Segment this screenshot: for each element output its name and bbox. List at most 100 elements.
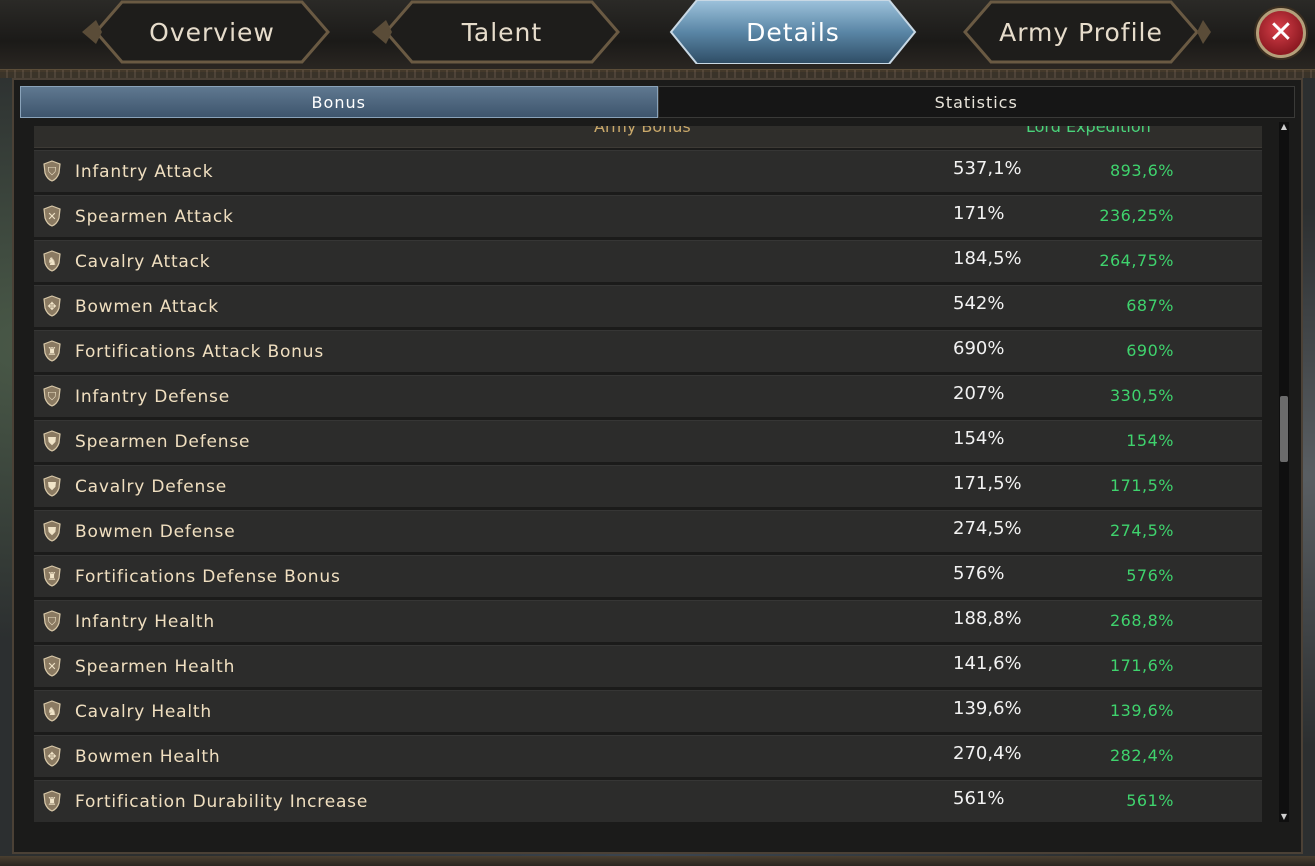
horse-head-icon: ♞ bbox=[40, 249, 64, 273]
tab-label: Details bbox=[746, 17, 840, 47]
lord-expedition-value: 171,6% bbox=[1109, 656, 1174, 675]
lord-expedition-value: 236,25% bbox=[1099, 206, 1174, 225]
svg-text:♜: ♜ bbox=[47, 345, 57, 358]
lord-expedition-value: 264,75% bbox=[1099, 251, 1174, 270]
svg-text:♞: ♞ bbox=[47, 255, 57, 268]
bow-shield-icon: ⛊ bbox=[40, 519, 64, 543]
svg-text:⛊: ⛊ bbox=[48, 435, 57, 448]
subtab-label: Bonus bbox=[311, 92, 366, 112]
lord-expedition-value: 893,6% bbox=[1109, 161, 1174, 180]
bonus-label: Fortifications Attack Bonus bbox=[75, 342, 324, 362]
svg-text:✥: ✥ bbox=[47, 750, 56, 763]
list-item: ⛉ Infantry Attack 537,1% 893,6% bbox=[34, 150, 1262, 192]
svg-text:♜: ♜ bbox=[47, 795, 57, 808]
subtab-bonus[interactable]: Bonus bbox=[20, 86, 658, 118]
shield-icon: ⛉ bbox=[40, 159, 64, 183]
army-bonus-value: 576% bbox=[953, 563, 1005, 584]
list-item: ⛊ Spearmen Defense 154% 154% bbox=[34, 420, 1262, 462]
army-bonus-value: 542% bbox=[953, 293, 1005, 314]
bonus-label: Bowmen Health bbox=[75, 747, 221, 767]
bonus-label: Fortification Durability Increase bbox=[75, 792, 369, 812]
list-item: ♜ Fortification Durability Increase 561% 56… bbox=[34, 780, 1262, 822]
army-bonus-value: 139,6% bbox=[953, 698, 1022, 719]
army-bonus-value: 690% bbox=[953, 338, 1005, 359]
lord-expedition-value: 690% bbox=[1126, 341, 1174, 360]
tab-label: Talent bbox=[461, 17, 543, 47]
bonus-label: Infantry Defense bbox=[75, 387, 230, 407]
tab-army-profile[interactable]: Army Profile bbox=[951, 0, 1211, 64]
bonus-label: Infantry Health bbox=[75, 612, 215, 632]
army-bonus-value: 141,6% bbox=[953, 653, 1022, 674]
scroll-thumb[interactable] bbox=[1280, 396, 1288, 462]
list-item: ✕ Spearmen Health 141,6% 171,6% bbox=[34, 645, 1262, 687]
army-bonus-value: 171% bbox=[953, 203, 1005, 224]
army-bonus-value: 537,1% bbox=[953, 158, 1022, 179]
close-icon: ✕ bbox=[1268, 15, 1294, 50]
crossed-spears-icon: ✕ bbox=[40, 654, 64, 678]
bonus-label: Cavalry Health bbox=[75, 702, 212, 722]
army-bonus-value: 171,5% bbox=[953, 473, 1022, 494]
bonus-label: Infantry Attack bbox=[75, 162, 214, 182]
bonus-label: Bowmen Defense bbox=[75, 522, 236, 542]
svg-text:⛊: ⛊ bbox=[48, 480, 57, 493]
list-item: ✕ Spearmen Attack 171% 236,25% bbox=[34, 195, 1262, 237]
list-item: ♞ Cavalry Health 139,6% 139,6% bbox=[34, 690, 1262, 732]
svg-text:♞: ♞ bbox=[47, 705, 57, 718]
svg-text:⛊: ⛊ bbox=[48, 525, 57, 538]
crossed-spears-icon: ✕ bbox=[40, 204, 64, 228]
column-header: Army Bonus Lord Expedition bbox=[34, 126, 1262, 148]
crossbow-icon: ✥ bbox=[40, 744, 64, 768]
svg-text:⛉: ⛉ bbox=[48, 165, 57, 178]
bonus-label: Spearmen Health bbox=[75, 657, 236, 677]
list-item: ⛊ Bowmen Defense 274,5% 274,5% bbox=[34, 510, 1262, 552]
details-panel: Bonus Statistics Army Bonus Lord Expedit… bbox=[12, 78, 1303, 854]
lord-expedition-value: 171,5% bbox=[1109, 476, 1174, 495]
bottom-trim bbox=[0, 856, 1315, 866]
army-bonus-value: 207% bbox=[953, 383, 1005, 404]
list-item: ⛉ Infantry Health 188,8% 268,8% bbox=[34, 600, 1262, 642]
list-item: ♜ Fortifications Attack Bonus 690% 690% bbox=[34, 330, 1262, 372]
army-bonus-value: 154% bbox=[953, 428, 1005, 449]
horse-shield-icon: ⛊ bbox=[40, 474, 64, 498]
army-bonus-value: 184,5% bbox=[953, 248, 1022, 269]
column-army-bonus: Army Bonus bbox=[594, 126, 691, 136]
list-item: ♞ Cavalry Attack 184,5% 264,75% bbox=[34, 240, 1262, 282]
tab-talent[interactable]: Talent bbox=[372, 0, 632, 64]
list-item: ⛊ Cavalry Defense 171,5% 171,5% bbox=[34, 465, 1262, 507]
spear-shield-icon: ⛊ bbox=[40, 429, 64, 453]
army-bonus-value: 561% bbox=[953, 788, 1005, 809]
castle-icon: ♜ bbox=[40, 789, 64, 813]
bonus-list[interactable]: Army Bonus Lord Expedition ⛉ Infantry Att… bbox=[34, 126, 1262, 848]
lord-expedition-value: 268,8% bbox=[1109, 611, 1174, 630]
tab-label: Army Profile bbox=[999, 17, 1163, 47]
lord-expedition-value: 561% bbox=[1126, 791, 1174, 810]
bonus-label: Bowmen Attack bbox=[75, 297, 219, 317]
lord-expedition-value: 330,5% bbox=[1109, 386, 1174, 405]
subtab-statistics[interactable]: Statistics bbox=[657, 86, 1295, 118]
scrollbar[interactable]: ▲ ▼ bbox=[1279, 122, 1289, 822]
lord-expedition-value: 687% bbox=[1126, 296, 1174, 315]
bonus-label: Spearmen Defense bbox=[75, 432, 251, 452]
lord-expedition-value: 576% bbox=[1126, 566, 1174, 585]
svg-text:⛉: ⛉ bbox=[48, 615, 57, 628]
subtab-label: Statistics bbox=[934, 92, 1018, 112]
shield-icon: ⛉ bbox=[40, 384, 64, 408]
lord-expedition-value: 154% bbox=[1126, 431, 1174, 450]
crossbow-icon: ✥ bbox=[40, 294, 64, 318]
tab-label: Overview bbox=[149, 17, 275, 47]
bonus-label: Fortifications Defense Bonus bbox=[75, 567, 341, 587]
castle-icon: ♜ bbox=[40, 564, 64, 588]
tab-overview[interactable]: Overview bbox=[82, 0, 342, 64]
lord-expedition-value: 139,6% bbox=[1109, 701, 1174, 720]
svg-text:♜: ♜ bbox=[47, 570, 57, 583]
scroll-down-arrow-icon[interactable]: ▼ bbox=[1279, 812, 1289, 822]
list-item: ✥ Bowmen Health 270,4% 282,4% bbox=[34, 735, 1262, 777]
svg-text:✥: ✥ bbox=[47, 300, 56, 313]
tab-details[interactable]: Details bbox=[663, 0, 923, 64]
helmet-shield-icon: ⛉ bbox=[40, 609, 64, 633]
subtab-bar: Bonus Statistics bbox=[20, 86, 1295, 118]
close-button[interactable]: ✕ bbox=[1256, 8, 1306, 58]
scroll-up-arrow-icon[interactable]: ▲ bbox=[1279, 122, 1289, 132]
tab-bar: Overview Talent Details Army Profile ✕ bbox=[0, 0, 1315, 78]
lord-expedition-value: 274,5% bbox=[1109, 521, 1174, 540]
